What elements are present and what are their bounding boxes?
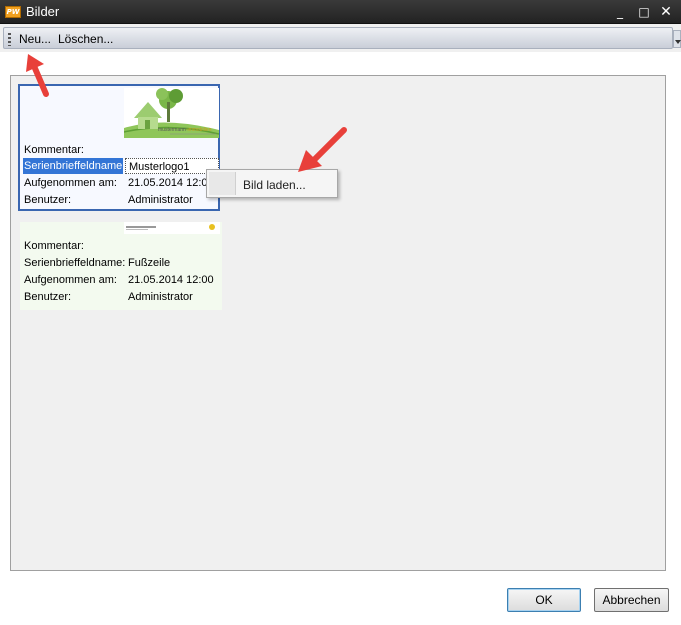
- footer-image-icon: [124, 222, 220, 234]
- field-name-label: Serienbrieffeldname:: [24, 257, 126, 269]
- toolstrip: Neu... Löschen...: [3, 27, 673, 49]
- recorded-value: 21.05.2014 12:00: [128, 274, 214, 286]
- user-value: Administrator: [128, 291, 193, 303]
- image-card-fusszeile[interactable]: Kommentar: Serienbrieffeldname: Fußzeile…: [20, 222, 222, 310]
- ok-button[interactable]: OK: [507, 588, 581, 612]
- toolbar-grip-handle[interactable]: [8, 33, 11, 46]
- user-row: Benutzer: Administrator: [23, 192, 217, 208]
- user-row: Benutzer: Administrator: [23, 289, 217, 305]
- image-thumbnail: [124, 222, 220, 234]
- field-name-label: Serienbrieffeldname:: [23, 158, 126, 174]
- minimize-button[interactable]: _: [610, 3, 630, 21]
- user-label: Benutzer:: [24, 194, 72, 206]
- field-name-value[interactable]: Musterlogo1: [125, 158, 219, 174]
- comment-row: Kommentar:: [23, 238, 217, 254]
- new-button[interactable]: Neu...: [19, 32, 51, 46]
- app-icon: PW: [5, 6, 21, 18]
- recorded-row: Aufgenommen am: 21.05.2014 12:00: [23, 272, 217, 288]
- title-bar: PW Bilder _ □ ✕: [0, 0, 681, 24]
- maximize-button[interactable]: □: [634, 3, 654, 21]
- comment-label: Kommentar:: [24, 144, 84, 156]
- toolbar: Neu... Löschen...: [0, 24, 681, 52]
- user-label: Benutzer:: [24, 291, 72, 303]
- close-button[interactable]: ✕: [656, 3, 676, 21]
- recorded-label: Aufgenommen am:: [24, 177, 117, 189]
- image-thumbnail: mustermann-immobilien: [123, 88, 220, 138]
- annotation-arrow-icon: [298, 127, 347, 172]
- cancel-button[interactable]: Abbrechen: [594, 588, 669, 612]
- window-title: Bilder: [26, 4, 60, 19]
- field-name-row: Serienbrieffeldname: Fußzeile: [23, 255, 217, 271]
- delete-button[interactable]: Löschen...: [58, 32, 113, 46]
- house-tree-logo-icon: mustermann-immobilien: [123, 88, 220, 138]
- recorded-label: Aufgenommen am:: [24, 274, 117, 286]
- user-value: Administrator: [128, 194, 193, 206]
- context-menu-icon-gutter: [209, 172, 236, 195]
- comment-row: Kommentar:: [23, 142, 217, 158]
- recorded-row: Aufgenommen am: 21.05.2014 12:00: [23, 175, 217, 191]
- recorded-value: 21.05.2014 12:00: [128, 177, 214, 189]
- comment-label: Kommentar:: [24, 240, 84, 252]
- field-name-value: Fußzeile: [128, 257, 171, 269]
- load-image-menu-item[interactable]: Bild laden...: [243, 178, 306, 192]
- annotation-arrow-icon: [26, 54, 49, 97]
- toolbar-overflow-button[interactable]: [673, 30, 681, 48]
- image-card-musterlogo1[interactable]: mustermann-immobilien Kommentar: Serienb…: [18, 84, 220, 211]
- svg-text:mustermann-immobilien: mustermann-immobilien: [158, 127, 212, 133]
- field-name-row[interactable]: Serienbrieffeldname: Musterlogo1: [23, 158, 219, 174]
